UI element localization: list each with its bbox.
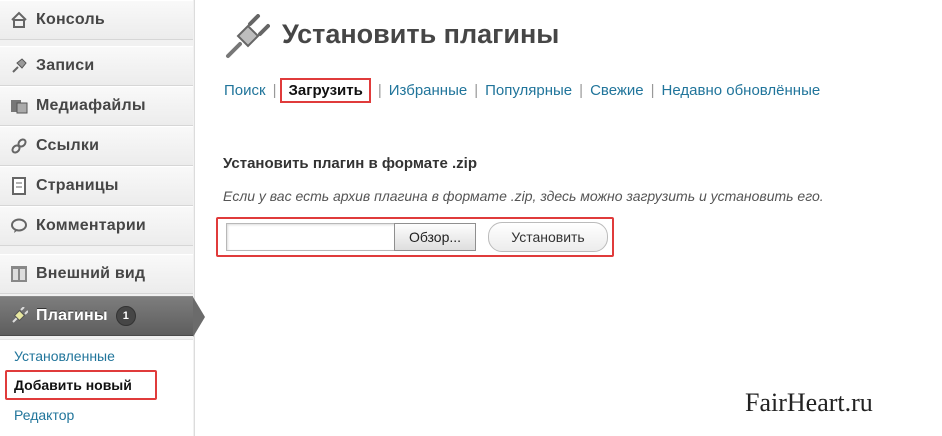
- tab-separator: |: [377, 82, 382, 99]
- menu-label: Внешний вид: [36, 265, 146, 282]
- tab-newest[interactable]: Свежие: [590, 82, 644, 99]
- menu-label: Консоль: [36, 11, 105, 28]
- install-tabs: Поиск | Загрузить | Избранные | Популярн…: [224, 78, 820, 103]
- upload-form-description: Если у вас есть архив плагина в формате …: [223, 188, 824, 204]
- plugins-submenu: Установленные Добавить новый Редактор: [0, 339, 193, 436]
- menu-item-plugins[interactable]: Плагины 1: [0, 296, 205, 337]
- menu-label: Комментарии: [36, 217, 146, 234]
- zip-file-input[interactable]: [226, 223, 396, 251]
- menu-item-comments[interactable]: Комментарии: [0, 206, 193, 246]
- install-now-button[interactable]: Установить: [488, 222, 608, 252]
- tab-separator: |: [474, 82, 479, 99]
- menu-label: Страницы: [36, 177, 119, 194]
- page-title: Установить плагины: [282, 19, 560, 49]
- menu-item-media[interactable]: Медиафайлы: [0, 86, 193, 126]
- admin-sidebar: Консоль Записи Медиафайлы Ссылки Страниц…: [0, 0, 205, 436]
- plugin-page-icon: [224, 14, 270, 60]
- menu-item-appearance[interactable]: Внешний вид: [0, 254, 193, 294]
- menu-item-dashboard[interactable]: Консоль: [0, 0, 193, 40]
- tab-popular[interactable]: Популярные: [485, 82, 572, 99]
- site-watermark: FairHeart.ru: [745, 388, 873, 417]
- plugin-icon: [8, 305, 30, 327]
- comments-icon: [8, 215, 30, 237]
- tab-search[interactable]: Поиск: [224, 82, 266, 99]
- upload-form-heading: Установить плагин в формате .zip: [223, 155, 477, 172]
- main-content: Установить плагины Поиск | Загрузить | И…: [196, 0, 942, 436]
- browse-button[interactable]: Обзор...: [394, 223, 476, 251]
- menu-label: Медиафайлы: [36, 97, 146, 114]
- update-count-badge: 1: [115, 306, 136, 326]
- link-icon: [8, 135, 30, 157]
- menu-item-pages[interactable]: Страницы: [0, 166, 193, 206]
- pages-icon: [8, 175, 30, 197]
- home-icon: [8, 9, 30, 31]
- submenu-item-installed[interactable]: Установленные: [14, 348, 115, 364]
- highlight-frame: Загрузить: [280, 78, 371, 103]
- tab-separator: |: [650, 82, 655, 99]
- tab-featured[interactable]: Избранные: [389, 82, 467, 99]
- pin-icon: [8, 55, 30, 77]
- tab-separator: |: [579, 82, 584, 99]
- menu-label: Записи: [36, 57, 95, 74]
- appearance-icon: [8, 263, 30, 285]
- tab-separator: |: [272, 82, 277, 99]
- menu-item-posts[interactable]: Записи: [0, 46, 193, 86]
- upload-form-highlight: Обзор... Установить: [216, 217, 614, 257]
- submenu-item-editor[interactable]: Редактор: [14, 407, 74, 423]
- tab-recently-updated[interactable]: Недавно обновлённые: [662, 82, 821, 99]
- submenu-item-add-new[interactable]: Добавить новый: [14, 377, 132, 393]
- menu-label: Ссылки: [36, 137, 100, 154]
- menu-label: Плагины: [36, 307, 108, 324]
- media-icon: [8, 95, 30, 117]
- menu-item-links[interactable]: Ссылки: [0, 126, 193, 166]
- tab-upload[interactable]: Загрузить: [288, 82, 362, 99]
